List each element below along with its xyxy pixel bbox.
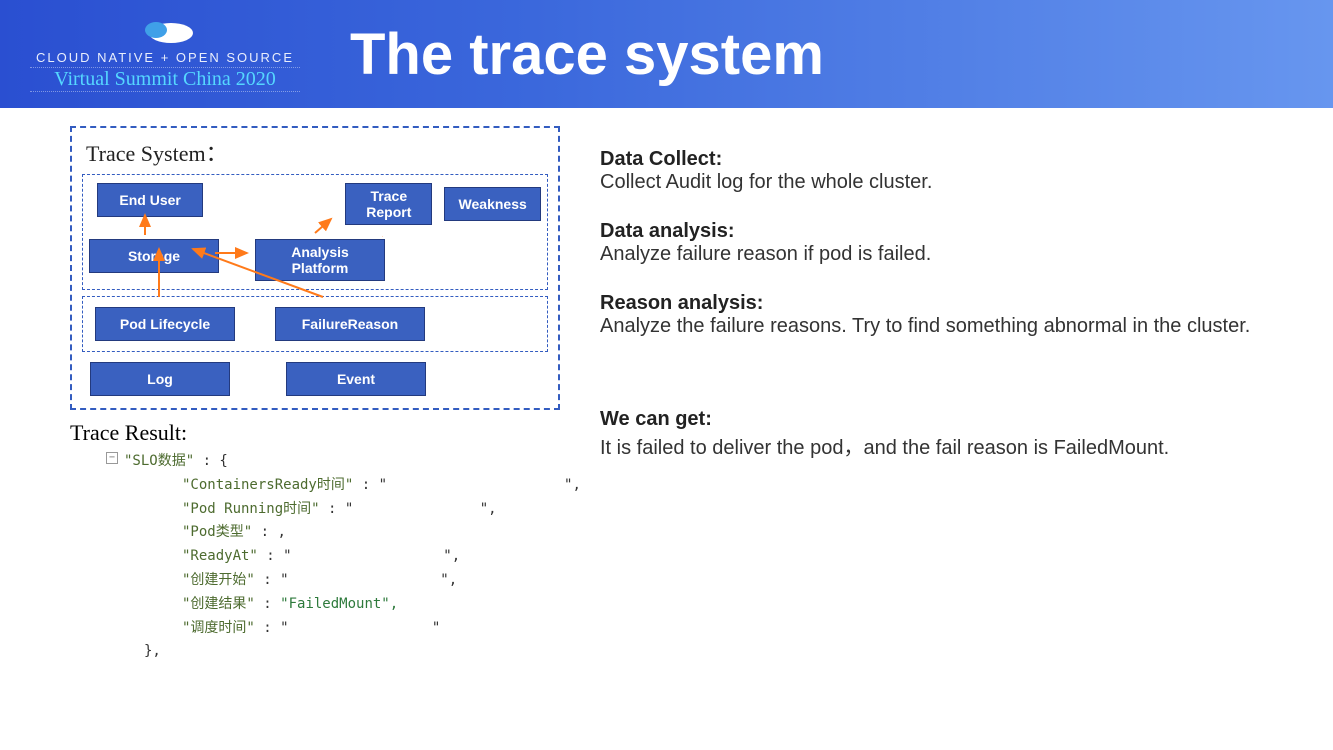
left-column: Trace System： End User Trace Report Weak… — [0, 108, 560, 664]
section-body: Analyze failure reason if pod is failed. — [600, 243, 1293, 266]
logo-text-line1: CLOUD NATIVE + OPEN SOURCE — [30, 50, 300, 65]
json-row: "Pod类型" : , — [124, 521, 560, 545]
diagram-group-top: End User Trace Report Weakness Storage A… — [82, 174, 548, 290]
node-weakness: Weakness — [444, 187, 541, 221]
section-body: Analyze the failure reasons. Try to find… — [600, 315, 1293, 338]
section-heading: Reason analysis: — [600, 292, 1293, 315]
json-brace-close: }, — [124, 640, 560, 664]
cloud-icon — [30, 17, 300, 48]
section-heading: We can get: — [600, 408, 1293, 431]
section-data-collect: Data Collect: Collect Audit log for the … — [600, 148, 1293, 194]
diagram-title: Trace System： — [86, 136, 548, 168]
diagram-group-middle: Pod Lifecycle FailureReason — [82, 296, 548, 352]
section-reason-analysis: Reason analysis: Analyze the failure rea… — [600, 292, 1293, 338]
node-event: Event — [286, 362, 426, 396]
section-heading: Data Collect: — [600, 148, 1293, 171]
trace-result-title: Trace Result: — [70, 420, 560, 446]
json-row: "创建开始" : " ", — [124, 569, 560, 593]
node-failure-reason: FailureReason — [275, 307, 425, 341]
logo-block: CLOUD NATIVE + OPEN SOURCE Virtual Summi… — [0, 17, 300, 92]
section-body: Collect Audit log for the whole cluster. — [600, 171, 1293, 194]
node-storage: Storage — [89, 239, 219, 273]
json-root-key: "SLO数据" — [124, 453, 203, 469]
json-brace-open: : { — [203, 453, 228, 469]
node-pod-lifecycle: Pod Lifecycle — [95, 307, 235, 341]
node-log: Log — [90, 362, 230, 396]
section-heading: Data analysis: — [600, 220, 1293, 243]
json-row: "ReadyAt" : " ", — [124, 545, 560, 569]
node-analysis-platform: Analysis Platform — [255, 239, 385, 281]
trace-result-json: − "SLO数据" : { "ContainersReady时间" : " ",… — [70, 450, 560, 664]
json-row: "ContainersReady时间" : " ", — [124, 474, 560, 498]
section-data-analysis: Data analysis: Analyze failure reason if… — [600, 220, 1293, 266]
section-we-can-get: We can get: It is failed to deliver the … — [600, 408, 1293, 460]
diagram-group-bottom: Log Event — [82, 358, 548, 400]
slide-header: CLOUD NATIVE + OPEN SOURCE Virtual Summi… — [0, 0, 1333, 108]
json-row: "调度时间" : " " — [124, 617, 560, 641]
json-row: "Pod Running时间" : " ", — [124, 498, 560, 522]
node-end-user: End User — [97, 183, 203, 217]
logo-text-line2: Virtual Summit China 2020 — [30, 67, 300, 92]
right-column: Data Collect: Collect Audit log for the … — [560, 108, 1333, 664]
trace-system-diagram: Trace System： End User Trace Report Weak… — [70, 126, 560, 410]
json-row: "创建结果" : "FailedMount", — [124, 593, 560, 617]
section-body: It is failed to deliver the pod，and the … — [600, 431, 1293, 460]
slide-body: Trace System： End User Trace Report Weak… — [0, 108, 1333, 664]
collapse-icon: − — [106, 452, 118, 464]
node-trace-report: Trace Report — [345, 183, 432, 225]
slide-title: The trace system — [350, 21, 824, 88]
